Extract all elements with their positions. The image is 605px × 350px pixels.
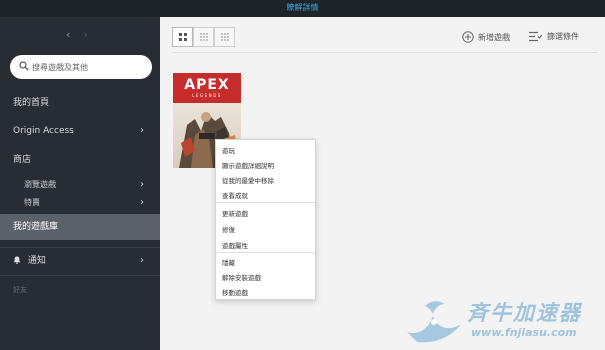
menu-item-update-game[interactable]: 更新遊戲	[222, 208, 248, 218]
sidebar-item-label: 瀏覽遊戲	[24, 180, 56, 189]
forward-arrow-icon[interactable]: ›	[84, 28, 98, 41]
search-icon	[19, 61, 29, 71]
friends-label[interactable]: 好友	[13, 285, 27, 295]
game-context-menu: 遊玩 顯示遊戲詳細說明 從我的最愛中移除 查看成就 更新遊戲 修復 遊戲屬性 隱…	[215, 139, 316, 300]
search-box[interactable]	[10, 55, 152, 79]
watermark-logo-icon	[407, 301, 461, 343]
sidebar-item-deals[interactable]: 特賣 ›	[0, 192, 160, 214]
menu-item-move-game[interactable]: 移動遊戲	[222, 287, 248, 297]
game-subtitle: LEGENDS	[192, 93, 222, 98]
menu-item-view-achievements[interactable]: 查看成就	[222, 190, 248, 200]
sidebar: ‹ › 我的首頁 Origin Access › 商店 瀏覽遊戲 › 特賣 › …	[0, 17, 160, 350]
bell-icon	[13, 256, 21, 264]
filter-icon	[529, 31, 542, 42]
grid-icon	[200, 33, 208, 41]
sidebar-item-origin-access[interactable]: Origin Access ›	[0, 120, 160, 142]
sidebar-divider	[0, 247, 160, 248]
chevron-right-icon: ›	[140, 197, 144, 208]
watermark: 斉牛加速器 www.fnjiasu.com	[403, 292, 603, 348]
grid-icon	[221, 33, 229, 41]
watermark-title: 斉牛加速器	[467, 301, 582, 325]
filter-button[interactable]: 篩選條件	[529, 31, 579, 42]
chevron-right-icon: ›	[140, 255, 144, 266]
sidebar-item-label: 特賣	[24, 198, 40, 207]
learn-more-link[interactable]: 瞭解詳情	[0, 2, 605, 13]
sidebar-item-store[interactable]: 商店	[0, 149, 160, 171]
filter-label: 篩選條件	[547, 32, 579, 41]
top-banner: 瞭解詳情	[0, 0, 605, 17]
sidebar-item-notifications[interactable]: 通知 ›	[0, 250, 160, 272]
menu-separator	[216, 202, 315, 203]
sidebar-item-label: 通知	[27, 256, 46, 266]
sidebar-item-my-library[interactable]: 我的遊戲庫	[0, 214, 160, 240]
watermark-url: www.fnjiasu.com	[471, 326, 577, 339]
menu-item-uninstall[interactable]: 解除安裝遊戲	[222, 272, 261, 282]
menu-item-show-details[interactable]: 顯示遊戲詳細說明	[222, 160, 274, 170]
small-grid-view-button[interactable]	[214, 27, 235, 47]
menu-item-repair[interactable]: 修復	[222, 224, 235, 234]
menu-item-game-properties[interactable]: 遊戲屬性	[222, 240, 248, 250]
sidebar-item-label: 商店	[13, 155, 32, 165]
game-title: APEX	[184, 77, 230, 93]
menu-item-hide[interactable]: 隱藏	[222, 257, 235, 267]
menu-item-remove-favorite[interactable]: 從我的最愛中移除	[222, 175, 274, 185]
search-input[interactable]	[32, 60, 147, 74]
sidebar-divider	[0, 275, 160, 276]
grid-icon	[179, 33, 187, 41]
large-grid-view-button[interactable]	[172, 27, 193, 47]
chevron-right-icon: ›	[140, 125, 144, 136]
back-arrow-icon[interactable]: ‹	[66, 28, 80, 41]
add-game-button[interactable]: 新增遊戲	[462, 31, 510, 43]
medium-grid-view-button[interactable]	[193, 27, 214, 47]
history-nav: ‹ ›	[66, 28, 98, 41]
sidebar-item-label: Origin Access	[13, 126, 74, 136]
menu-separator	[216, 252, 315, 253]
plus-circle-icon	[462, 31, 474, 43]
toolbar-divider	[172, 52, 597, 53]
menu-item-play[interactable]: 遊玩	[222, 145, 235, 155]
sidebar-item-my-home[interactable]: 我的首頁	[0, 92, 160, 114]
add-game-label: 新增遊戲	[478, 32, 510, 42]
view-toggle	[172, 27, 235, 47]
sidebar-item-label: 我的首頁	[13, 98, 50, 108]
sidebar-item-label: 我的遊戲庫	[13, 222, 59, 232]
